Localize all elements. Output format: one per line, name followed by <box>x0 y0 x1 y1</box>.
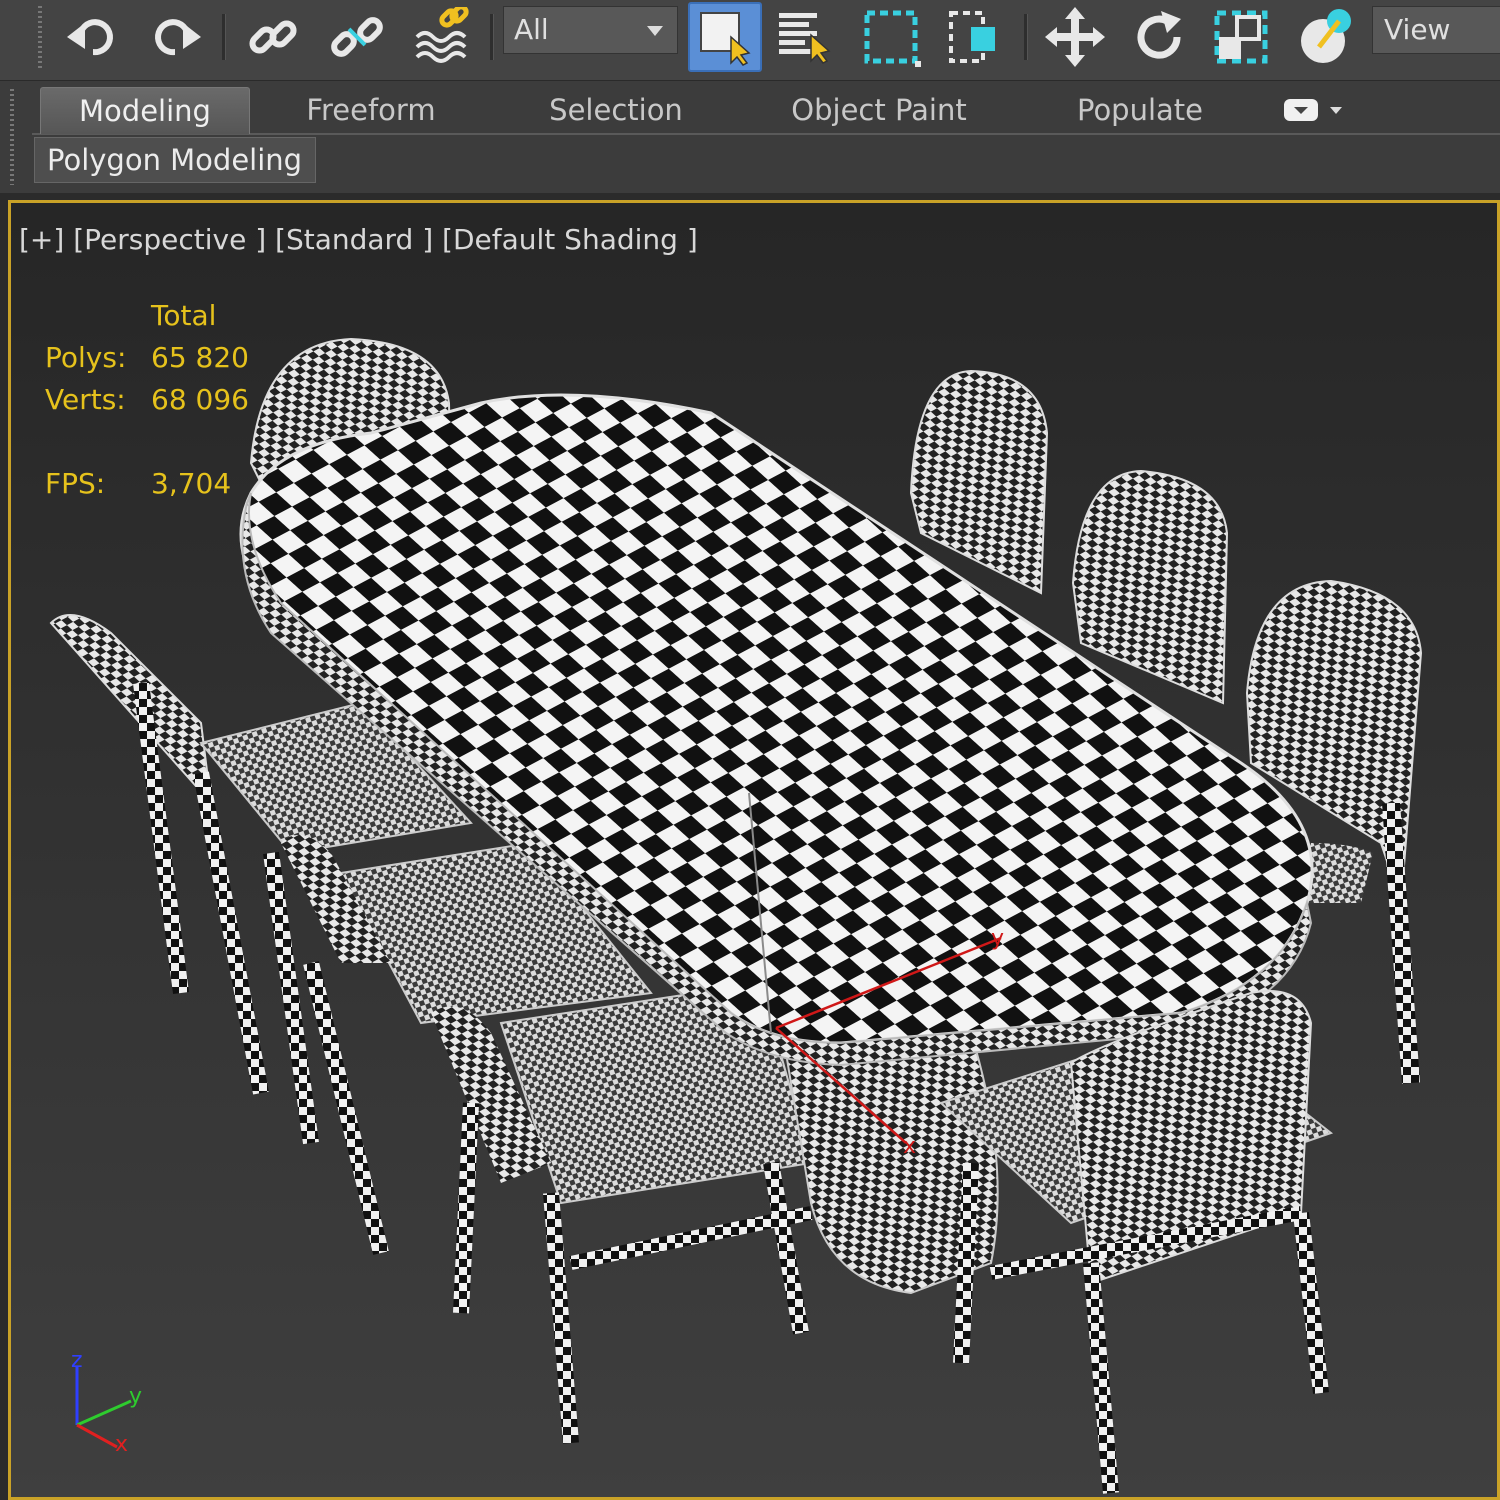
move-icon[interactable] <box>1042 4 1108 70</box>
polys-label: Polys: <box>45 341 127 374</box>
polygon-modeling-panel-button[interactable]: Polygon Modeling <box>34 137 316 183</box>
tab-selection[interactable]: Selection <box>528 87 704 133</box>
rectangular-selection-icon[interactable] <box>858 4 924 70</box>
verts-value: 68 096 <box>151 383 249 416</box>
ribbon: Modeling Freeform Selection Object Paint… <box>0 81 1500 193</box>
tab-object-paint[interactable]: Object Paint <box>772 87 986 133</box>
tab-populate[interactable]: Populate <box>1062 87 1218 133</box>
tripod-x-label: x <box>115 1432 128 1457</box>
toolbar-separator <box>490 14 494 60</box>
stats-header: Total <box>151 299 217 332</box>
ribbon-options-button[interactable] <box>1282 95 1354 125</box>
scale-icon[interactable] <box>1208 4 1274 70</box>
main-toolbar: All View <box>0 0 1500 81</box>
tripod-y-label: y <box>129 1384 142 1409</box>
polys-value: 65 820 <box>151 341 249 374</box>
window-crossing-icon[interactable] <box>942 4 1008 70</box>
select-object-icon[interactable] <box>688 2 762 72</box>
unlink-icon[interactable] <box>324 4 390 70</box>
rotate-icon[interactable] <box>1126 4 1192 70</box>
ribbon-tabs: Modeling Freeform Selection Object Paint… <box>32 81 1500 135</box>
toolbar-separator <box>222 14 226 60</box>
tab-freeform[interactable]: Freeform <box>286 87 456 133</box>
gizmo-y-label: y <box>991 926 1004 951</box>
ribbon-grip[interactable] <box>10 89 14 185</box>
verts-label: Verts: <box>45 383 126 416</box>
toolbar-grip[interactable] <box>38 6 42 68</box>
viewport-label-menu[interactable]: [+] [Perspective ] [Standard ] [Default … <box>19 223 698 256</box>
fps-value: 3,704 <box>151 467 232 500</box>
perspective-viewport[interactable]: y x z y x [+] [Perspective ] [Standard ]… <box>8 200 1500 1500</box>
select-by-name-icon[interactable] <box>772 4 838 70</box>
near-right-chair[interactable] <box>939 990 1334 1494</box>
reference-coordinate-dropdown[interactable]: View <box>1372 6 1500 54</box>
fps-label: FPS: <box>45 467 106 500</box>
tripod-z-label: z <box>71 1348 83 1373</box>
redo-icon[interactable] <box>142 4 208 70</box>
reference-coordinate-value: View <box>1384 13 1451 46</box>
link-icon[interactable] <box>240 4 306 70</box>
bind-space-warp-icon[interactable] <box>408 4 474 70</box>
selection-filter-dropdown[interactable]: All <box>503 6 678 54</box>
undo-icon[interactable] <box>60 4 126 70</box>
chevron-down-icon <box>647 26 663 36</box>
axis-tripod: z y x <box>71 1348 142 1457</box>
gizmo-x-label: x <box>903 1134 916 1159</box>
selection-filter-value: All <box>514 13 549 46</box>
toolbar-separator <box>1024 14 1028 60</box>
tab-modeling[interactable]: Modeling <box>40 87 250 134</box>
minimize-ribbon-icon <box>1284 99 1342 121</box>
snaps-toggle-icon[interactable] <box>1292 4 1358 70</box>
